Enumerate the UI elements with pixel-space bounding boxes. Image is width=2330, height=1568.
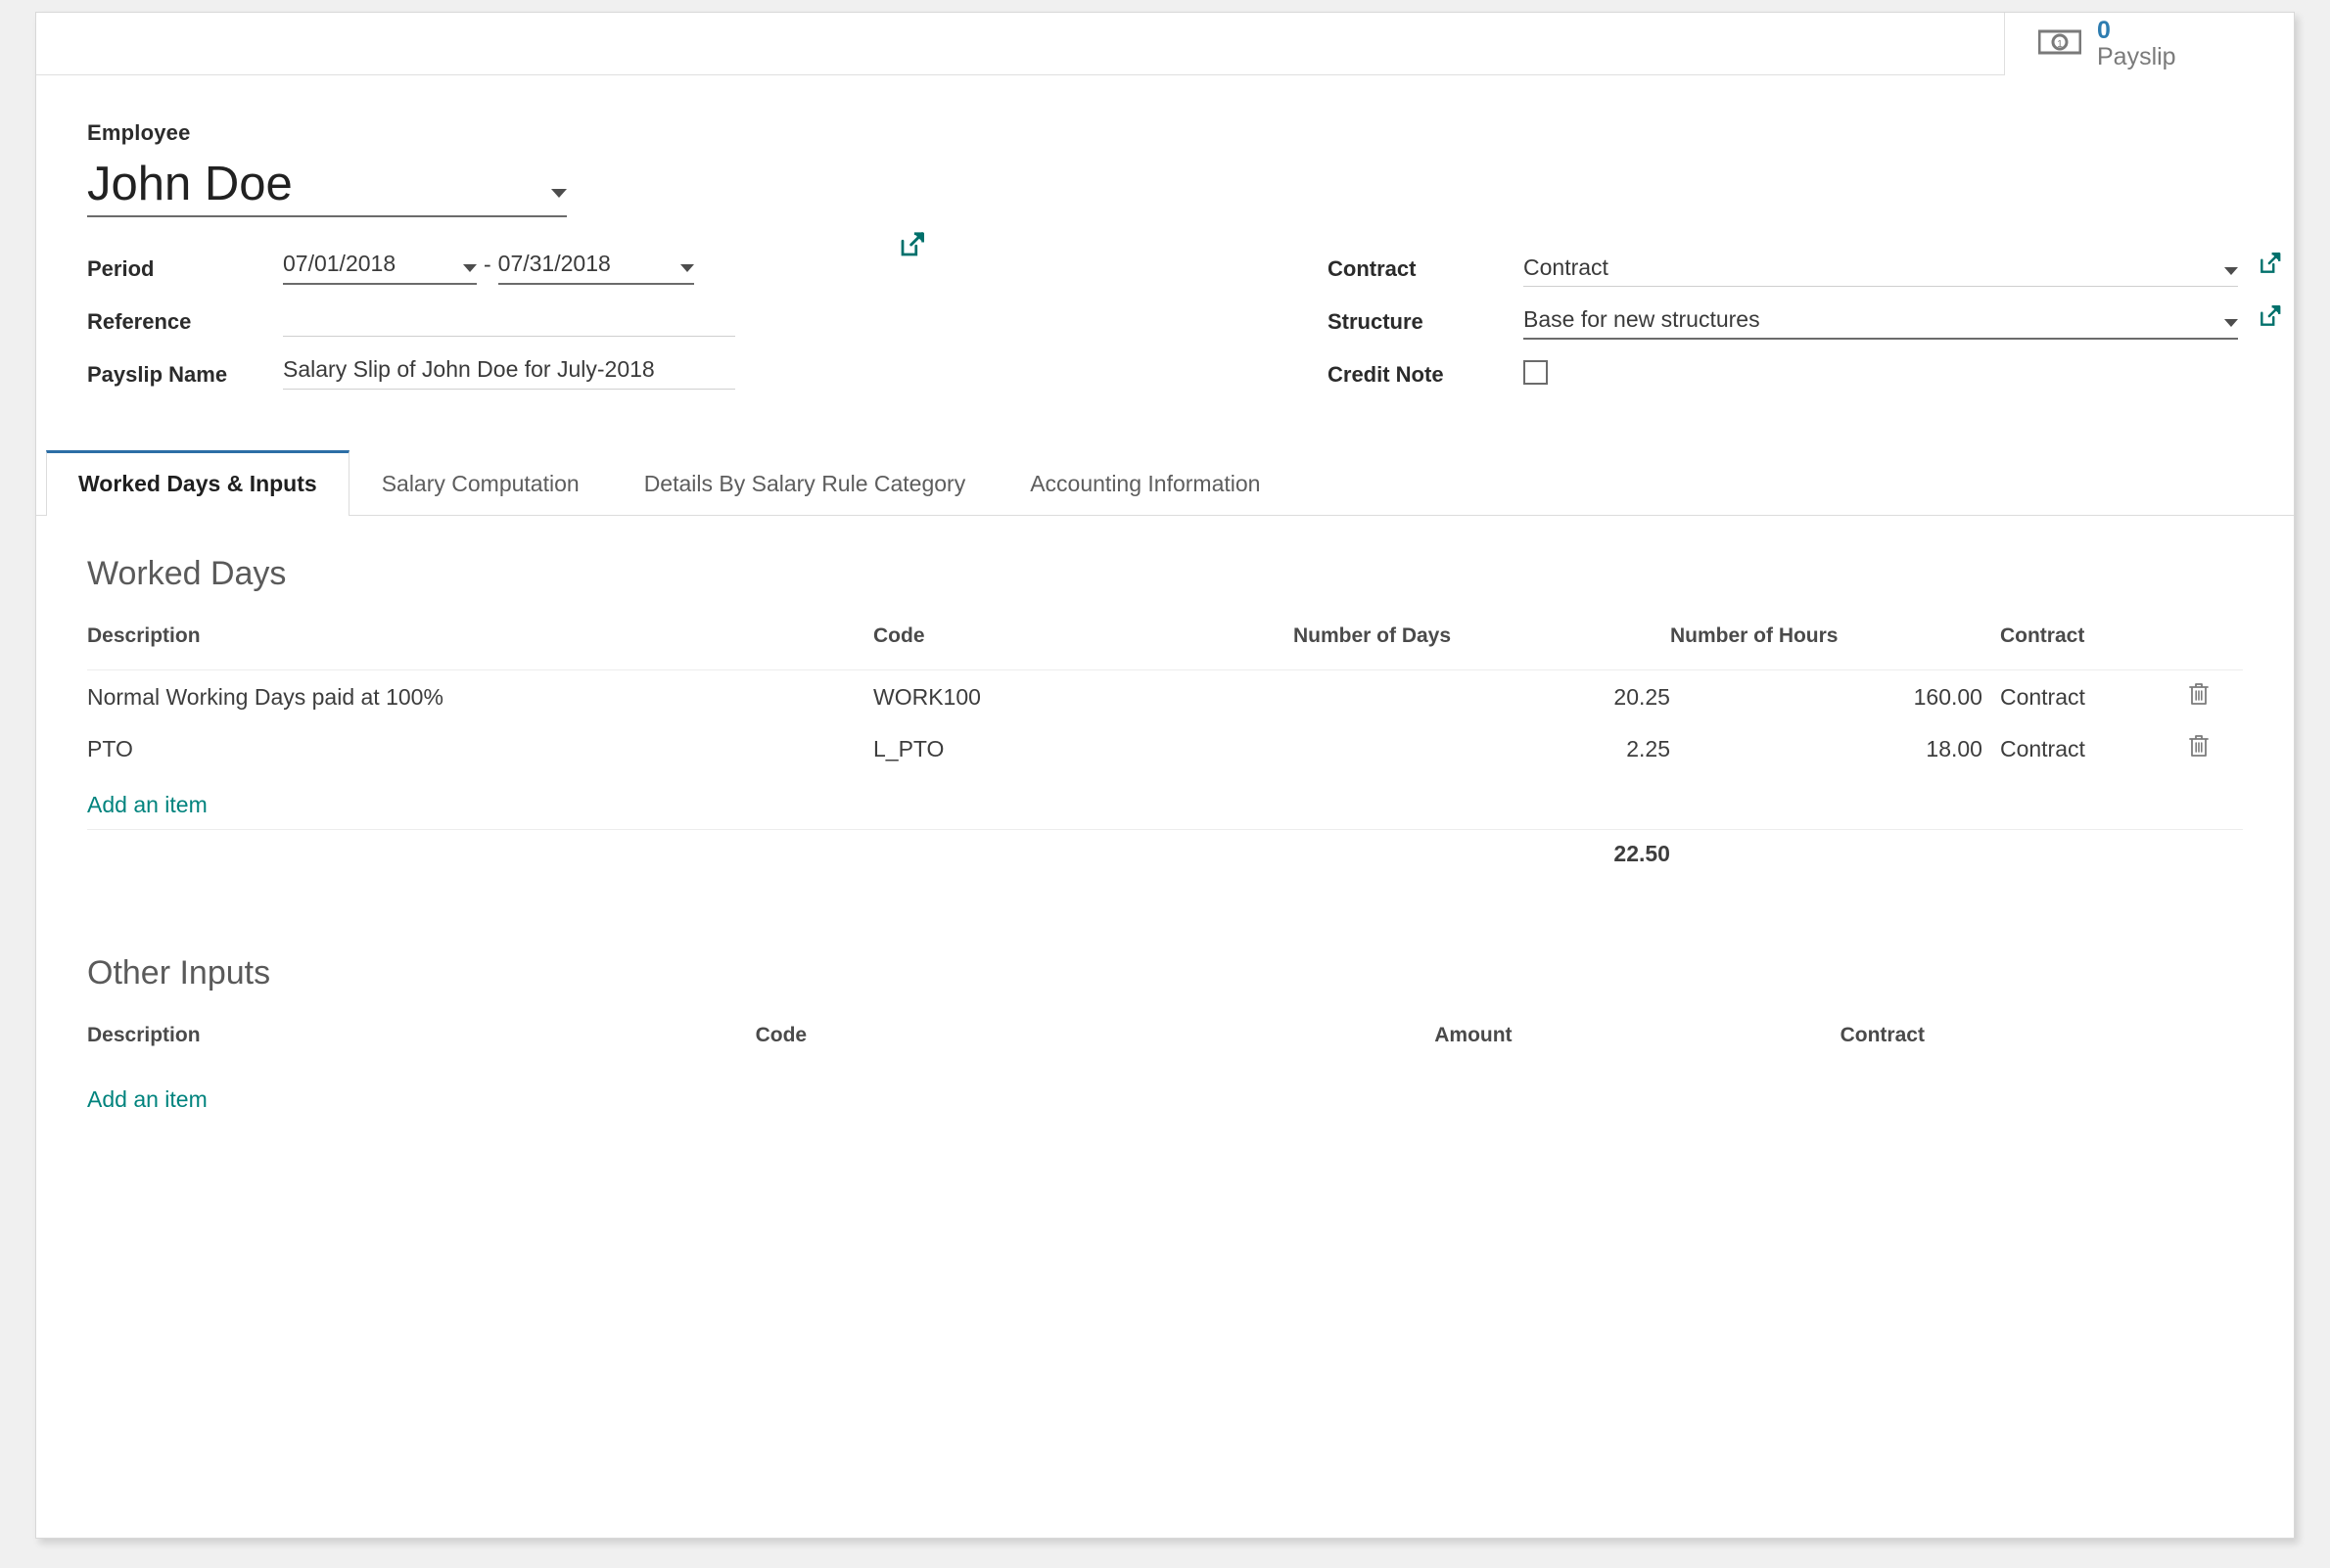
other-inputs-table: Description Code Amount Contract Add an … (87, 1024, 2243, 1124)
period-from-chevron-down-icon[interactable] (463, 264, 477, 273)
other-inputs-header-row: Description Code Amount Contract (87, 1024, 2243, 1069)
stat-button-bar: 1 0 Payslip (36, 13, 2294, 75)
structure-chevron-down-icon[interactable] (2224, 319, 2238, 328)
worked-days-row-code: WORK100 (873, 669, 1293, 724)
payslip-name-row: Payslip Name Salary Slip of John Doe for… (87, 356, 1165, 409)
period-from-value: 07/01/2018 (283, 251, 396, 277)
worked-days-header-number-of-days: Number of Days (1292, 624, 1452, 648)
reference-label: Reference (87, 309, 192, 335)
worked-days-row-delete-cell[interactable] (2155, 669, 2243, 724)
worked-days-row-number-of-days: 2.25 (1626, 735, 1670, 761)
worked-days-row-description: PTO (87, 735, 133, 761)
worked-days-totals-row: 22.50 (87, 829, 2243, 879)
other-inputs-header-amount: Amount (1434, 1024, 1513, 1047)
worked-days-row-number-of-hours: 18.00 (1926, 735, 1982, 761)
other-inputs-add-row: Add an item (87, 1069, 2243, 1124)
worked-days-row-delete-cell[interactable] (2155, 723, 2243, 774)
table-row[interactable]: Normal Working Days paid at 100% WORK100… (87, 669, 2243, 724)
tab-details-by-salary-rule-category[interactable]: Details By Salary Rule Category (612, 450, 999, 516)
worked-days-add-an-item-link[interactable]: Add an item (87, 774, 208, 818)
contract-row: Contract Contract (1328, 251, 2281, 303)
period-to-value: 07/31/2018 (497, 251, 611, 277)
trash-icon[interactable] (2188, 735, 2210, 763)
period-to-chevron-down-icon[interactable] (679, 264, 694, 273)
worked-days-row-description: Normal Working Days paid at 100% (87, 669, 873, 724)
worked-days-header-actions (2155, 624, 2243, 670)
contract-chevron-down-icon[interactable] (2224, 267, 2238, 276)
worked-days-row-contract: Contract (1999, 735, 2085, 761)
other-inputs-add-an-item-link[interactable]: Add an item (87, 1069, 208, 1113)
contract-value: Contract (1523, 254, 1608, 280)
worked-days-row-number-of-days: 20.25 (1292, 669, 1670, 724)
worked-days-row-contract: Contract (1981, 669, 2155, 724)
period-separator: - (484, 252, 491, 278)
worked-days-header-code: Code (873, 624, 925, 648)
payslip-name-input[interactable]: Salary Slip of John Doe for July-2018 (283, 356, 735, 391)
period-to-input[interactable]: 07/31/2018 (497, 251, 694, 286)
tab-worked-days-and-inputs[interactable]: Worked Days & Inputs (46, 450, 350, 517)
tab-bar: Worked Days & Inputs Salary Computation … (36, 450, 2294, 517)
contract-external-link-icon[interactable] (2258, 251, 2283, 281)
structure-external-link-icon[interactable] (2258, 303, 2283, 334)
other-inputs-header-contract: Contract (1840, 1024, 1925, 1047)
credit-note-row: Credit Note (1328, 356, 2243, 409)
period-from-input[interactable]: 07/01/2018 (283, 251, 477, 286)
tab-accounting-information[interactable]: Accounting Information (998, 450, 1292, 516)
credit-note-checkbox[interactable] (1523, 360, 1548, 386)
worked-days-and-inputs-panel: Worked Days Description Code Number of D… (36, 516, 2294, 1124)
payslip-form-page: 1 0 Payslip Employee John Doe Period 07/… (35, 12, 2295, 1539)
other-inputs-header-actions (2071, 1024, 2243, 1069)
tab-salary-computation[interactable]: Salary Computation (350, 450, 612, 516)
structure-row: Structure Base for new structures (1328, 303, 2281, 356)
reference-row: Reference (87, 303, 1165, 356)
worked-days-header-contract: Contract (1999, 624, 2085, 648)
table-row[interactable]: PTO L_PTO 2.25 18.00 Contract (87, 723, 2243, 774)
period-row: Period 07/01/2018 - 07/31/2018 (87, 251, 1165, 303)
worked-days-row-code: L_PTO (873, 735, 945, 761)
worked-days-table: Description Code Number of Days Number o… (87, 624, 2243, 879)
structure-input[interactable]: Base for new structures (1523, 306, 2238, 341)
reference-input[interactable] (283, 303, 735, 338)
employee-input-wrapper[interactable]: John Doe (87, 159, 567, 218)
employee-external-link-icon[interactable] (898, 230, 927, 264)
other-inputs-header-description: Description (87, 1024, 201, 1047)
right-column: Contract Contract Structure Base for new… (1165, 251, 2281, 409)
structure-value: Base for new structures (1523, 305, 1760, 332)
contract-input[interactable]: Contract (1523, 254, 2238, 288)
left-column: Period 07/01/2018 - 07/31/2018 Reference… (87, 251, 1165, 409)
form-sheet: Employee John Doe Period 07/01/2018 - 07… (36, 75, 2294, 409)
banknote-icon: 1 (2037, 27, 2082, 62)
worked-days-header-row: Description Code Number of Days Number o… (87, 624, 2243, 670)
worked-days-add-row: Add an item (87, 774, 2243, 830)
svg-text:1: 1 (2057, 39, 2063, 50)
payslip-name-label: Payslip Name (87, 362, 228, 388)
employee-field-group: Employee John Doe (87, 120, 2243, 218)
period-label: Period (87, 256, 155, 282)
worked-days-total-days: 22.50 (1292, 829, 1670, 879)
structure-label: Structure (1328, 309, 1423, 335)
worked-days-header-description: Description (87, 624, 201, 648)
worked-days-row-number-of-hours: 160.00 (1669, 669, 1982, 724)
worked-days-title: Worked Days (87, 555, 287, 593)
worked-days-header-number-of-hours: Number of Hours (1669, 624, 1839, 648)
credit-note-label: Credit Note (1328, 362, 1444, 388)
employee-label: Employee (87, 120, 191, 145)
other-inputs-header-code: Code (755, 1024, 808, 1047)
payslip-stat-button[interactable]: 1 0 Payslip (2004, 13, 2294, 75)
contract-label: Contract (1328, 256, 1417, 282)
trash-icon[interactable] (2188, 683, 2210, 712)
payslip-count: 0 (2097, 17, 2111, 44)
payslip-stat-label: Payslip (2097, 43, 2176, 70)
form-columns: Period 07/01/2018 - 07/31/2018 Reference… (87, 251, 2281, 409)
other-inputs-title: Other Inputs (87, 954, 271, 992)
chevron-down-icon[interactable] (551, 189, 567, 199)
employee-input[interactable]: John Doe (87, 159, 551, 209)
payslip-name-value: Salary Slip of John Doe for July-2018 (283, 356, 655, 383)
